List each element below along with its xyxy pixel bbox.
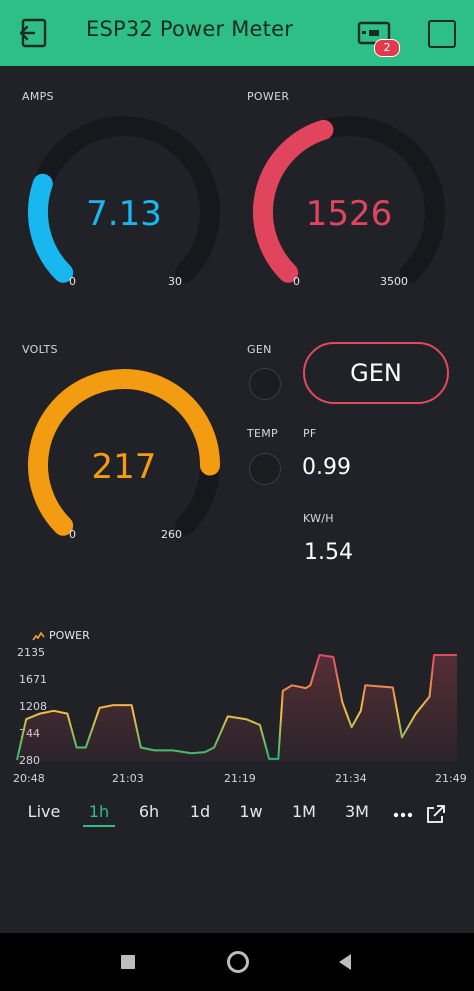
x-tick-label: 21:49 [435, 772, 467, 785]
more-icon[interactable] [393, 811, 413, 819]
back-icon [19, 18, 47, 48]
chart-area [17, 655, 457, 762]
temp-led [249, 453, 281, 485]
range-tab-1w[interactable]: 1w [236, 802, 266, 821]
x-tick-label: 20:48 [13, 772, 45, 785]
range-tab-6h[interactable]: 6h [134, 802, 164, 821]
volts-value: 217 [91, 447, 157, 487]
amps-gauge-fill [28, 173, 74, 283]
x-tick-label: 21:19 [224, 772, 256, 785]
volts-min: 0 [69, 528, 76, 541]
page-title: ESP32 Power Meter [86, 17, 294, 41]
range-tab-3m[interactable]: 3M [341, 802, 373, 821]
home-nav-icon[interactable] [227, 951, 249, 973]
expand-icon[interactable] [425, 803, 447, 825]
power-label: POWER [247, 90, 290, 103]
range-tab-1h[interactable]: 1h [84, 802, 114, 821]
square-button[interactable] [428, 20, 456, 48]
back-nav-icon[interactable] [337, 953, 353, 971]
power-value: 1526 [305, 194, 393, 234]
gen-button[interactable]: GEN [303, 342, 449, 404]
amps-min: 0 [69, 275, 76, 288]
amps-gauge: 7.13 0 30 [20, 110, 228, 290]
power-max: 3500 [380, 275, 408, 288]
pf-label: PF [303, 427, 317, 440]
volts-gauge: 217 0 260 [20, 363, 228, 543]
power-chart[interactable] [0, 620, 474, 790]
volts-label: VOLTS [22, 343, 58, 356]
notification-badge: 2 [374, 39, 400, 57]
x-tick-label: 21:34 [335, 772, 367, 785]
power-min: 0 [293, 275, 300, 288]
x-tick-label: 21:03 [112, 772, 144, 785]
amps-value: 7.13 [86, 194, 162, 234]
kwh-value: 1.54 [304, 540, 353, 565]
range-tab-live[interactable]: Live [26, 802, 62, 821]
temp-led-label: TEMP [247, 427, 278, 440]
back-button[interactable] [18, 16, 52, 50]
volts-max: 260 [161, 528, 182, 541]
power-gauge: 1526 0 3500 [245, 110, 453, 290]
square-nav-icon[interactable] [121, 955, 135, 969]
kwh-label: KW/H [303, 512, 334, 525]
gen-led [249, 368, 281, 400]
pf-value: 0.99 [302, 455, 351, 480]
range-tab-1d[interactable]: 1d [185, 802, 215, 821]
amps-max: 30 [168, 275, 182, 288]
gen-led-label: GEN [247, 343, 272, 356]
range-tab-1m[interactable]: 1M [288, 802, 320, 821]
active-range-indicator [83, 825, 115, 827]
amps-label: AMPS [22, 90, 54, 103]
